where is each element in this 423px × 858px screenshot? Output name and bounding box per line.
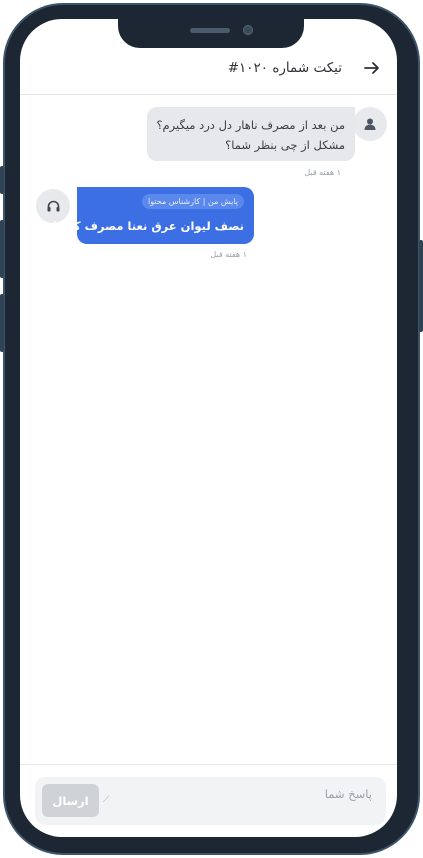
phone-notch bbox=[118, 19, 304, 48]
agent-avatar bbox=[36, 189, 70, 223]
phone-side-button bbox=[419, 240, 423, 332]
arrow-right-icon[interactable] bbox=[361, 57, 383, 79]
headset-icon bbox=[47, 200, 59, 211]
message-line: من بعد از مصرف ناهار دل درد میگیرم؟ bbox=[156, 118, 345, 132]
reply-box: ⟋ ارسال bbox=[35, 777, 386, 825]
phone-speaker bbox=[190, 28, 230, 33]
message-line: مشکل از چی بنظر شما؟ bbox=[225, 138, 345, 152]
send-button[interactable]: ارسال bbox=[42, 784, 99, 817]
phone-side-button bbox=[0, 294, 4, 352]
message-time: ۱ هفته قبل bbox=[210, 250, 247, 259]
resize-handle-icon[interactable]: ⟋ bbox=[103, 795, 109, 805]
reply-input[interactable] bbox=[130, 783, 374, 805]
user-avatar bbox=[353, 107, 387, 141]
phone-side-button bbox=[0, 220, 4, 278]
agent-message-bubble: پایش من | کارشناس محتوا نصف لیوان عرق نع… bbox=[53, 187, 254, 244]
agent-message-text: نصف لیوان عرق نعنا مصرف کنید! bbox=[52, 219, 244, 233]
phone-side-button bbox=[0, 166, 4, 194]
phone-camera bbox=[243, 25, 253, 35]
user-message-bubble: من بعد از مصرف ناهار دل درد میگیرم؟ مشکل… bbox=[147, 107, 355, 161]
page-title: تیکت شماره ۱۰۲۰# bbox=[227, 60, 342, 76]
message-time: ۱ هفته قبل bbox=[304, 168, 341, 177]
app-screen: تیکت شماره ۱۰۲۰# من بعد از مصرف ناهار دل… bbox=[20, 19, 397, 837]
user-icon bbox=[364, 118, 376, 130]
agent-role-badge: پایش من | کارشناس محتوا bbox=[142, 194, 244, 209]
